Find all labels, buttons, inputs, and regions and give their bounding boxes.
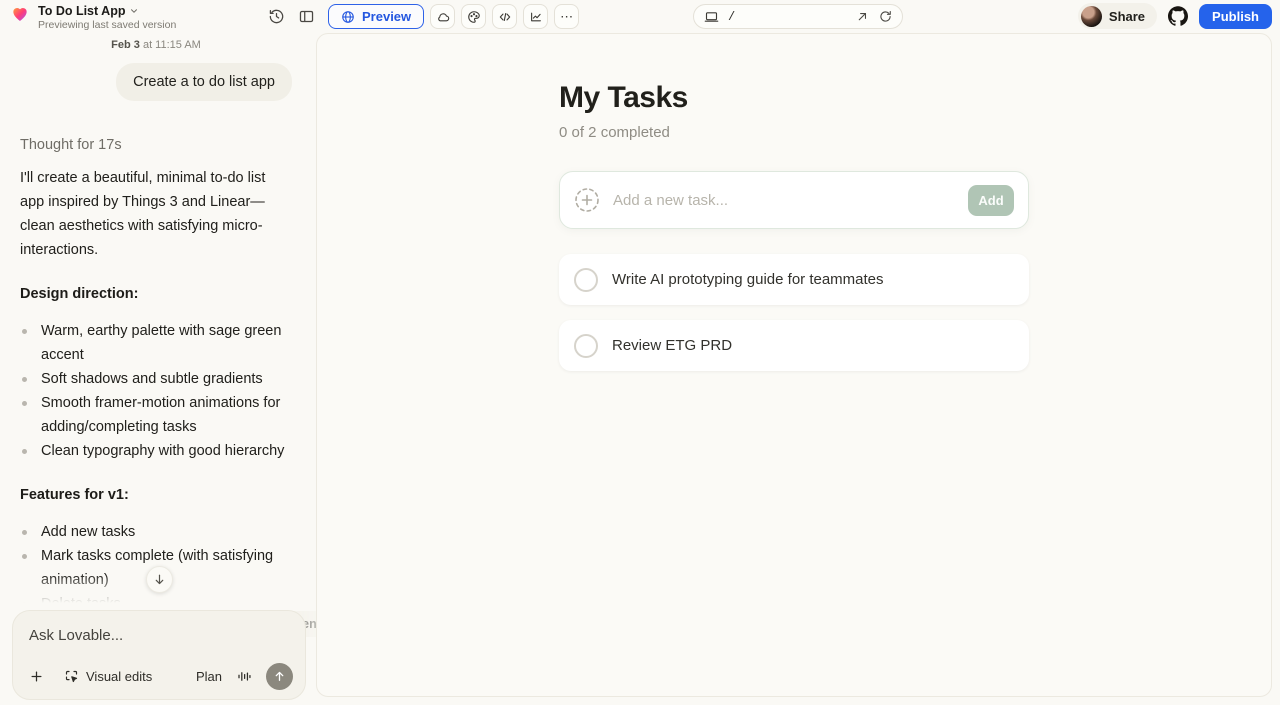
- design-direction-list: Warm, earthy palette with sage green acc…: [20, 319, 292, 463]
- ellipsis-icon: ⋯: [560, 8, 574, 24]
- plus-circle-dashed-icon: [574, 187, 600, 213]
- add-task-card: Add: [559, 171, 1029, 229]
- more-options-button[interactable]: ⋯: [554, 4, 580, 29]
- task-label: Write AI prototyping guide for teammates: [612, 271, 884, 288]
- theme-button[interactable]: [461, 4, 487, 29]
- timestamp-time: at 11:15 AM: [142, 39, 201, 51]
- project-name-row[interactable]: To Do List App: [38, 4, 176, 18]
- design-direction-heading: Design direction:: [20, 286, 139, 302]
- task-label: Review ETG PRD: [612, 337, 733, 354]
- project-text: To Do List App Previewing last saved ver…: [38, 4, 176, 31]
- features-heading: Features for v1:: [20, 487, 129, 503]
- line-chart-icon: [529, 10, 543, 24]
- preview-status-text: Previewing last saved version: [38, 19, 177, 31]
- main-area: Feb 3 at 11:15 AM Create a to do list ap…: [0, 33, 1280, 705]
- task-checkbox[interactable]: [574, 267, 598, 292]
- completed-count-text: 0 of 2 completed: [559, 124, 670, 141]
- cloud-icon: [436, 10, 450, 24]
- palette-icon: [467, 10, 481, 24]
- plan-button[interactable]: Plan: [196, 669, 222, 684]
- top-actions: Share Publish: [1077, 3, 1272, 29]
- url-actions: [856, 10, 892, 23]
- list-item: Smooth framer-motion animations for addi…: [20, 391, 292, 439]
- task-row[interactable]: Review ETG PRD: [559, 320, 1029, 371]
- publish-button[interactable]: Publish: [1199, 3, 1272, 29]
- chat-input[interactable]: [29, 627, 289, 644]
- code-icon: [498, 10, 512, 24]
- arrow-down-icon: [153, 573, 166, 586]
- scroll-to-bottom-button[interactable]: [146, 566, 173, 593]
- chat-sidebar: Feb 3 at 11:15 AM Create a to do list ap…: [0, 33, 316, 705]
- history-icon: [268, 8, 285, 25]
- attach-button[interactable]: [29, 669, 44, 684]
- app-preview-panel: My Tasks 0 of 2 completed Add Write AI p…: [316, 33, 1272, 697]
- top-bar: To Do List App Previewing last saved ver…: [0, 0, 1280, 33]
- github-button[interactable]: [1165, 3, 1191, 29]
- chat-composer[interactable]: Visual edits Plan: [12, 610, 306, 700]
- mode-toolbar: Preview ⋯: [328, 4, 580, 29]
- toggle-sidebar-button[interactable]: [298, 8, 315, 25]
- chat-timestamp: Feb 3 at 11:15 AM: [20, 39, 292, 51]
- add-task-button[interactable]: Add: [968, 184, 1014, 216]
- user-message-bubble[interactable]: Create a to do list app: [116, 63, 292, 101]
- visual-edits-icon: [64, 669, 79, 684]
- project-title: To Do List App: [38, 4, 126, 18]
- arrow-up-icon: [273, 670, 286, 683]
- url-path-text[interactable]: /: [728, 10, 847, 24]
- new-task-input[interactable]: [613, 191, 955, 209]
- preview-url-bar[interactable]: /: [693, 4, 903, 29]
- cloud-button[interactable]: [430, 4, 456, 29]
- share-button-label: Share: [1108, 8, 1146, 24]
- composer-toolbar: Visual edits Plan: [29, 663, 293, 690]
- github-icon: [1168, 6, 1189, 26]
- list-item: Soft shadows and subtle gradients: [20, 367, 292, 391]
- panel-layout-icon: [298, 8, 315, 25]
- visual-edits-button[interactable]: Visual edits: [64, 669, 152, 684]
- history-button[interactable]: [268, 8, 285, 25]
- visual-edits-label: Visual edits: [86, 669, 153, 684]
- plus-icon: [29, 669, 44, 684]
- list-item: Warm, earthy palette with sage green acc…: [20, 319, 292, 367]
- features-list: Add new tasks Mark tasks complete (with …: [20, 520, 292, 606]
- voice-input-button[interactable]: [236, 669, 252, 684]
- globe-icon: [341, 10, 355, 24]
- list-item: Clean typography with good hierarchy: [20, 439, 292, 463]
- preview-button-label: Preview: [362, 9, 412, 24]
- project-info: To Do List App Previewing last saved ver…: [10, 4, 176, 31]
- chat-history[interactable]: Feb 3 at 11:15 AM Create a to do list ap…: [0, 33, 316, 606]
- task-checkbox[interactable]: [574, 333, 598, 358]
- todo-app: My Tasks 0 of 2 completed Add Write AI p…: [559, 81, 1029, 371]
- task-row[interactable]: Write AI prototyping guide for teammates: [559, 254, 1029, 305]
- lovable-logo-icon[interactable]: [10, 4, 30, 23]
- refresh-button[interactable]: [879, 10, 892, 23]
- user-message-row: Create a to do list app: [20, 63, 292, 101]
- timestamp-date: Feb 3: [111, 39, 140, 51]
- list-item: Add new tasks: [20, 520, 292, 544]
- device-icon[interactable]: [704, 9, 719, 24]
- thought-duration-label[interactable]: Thought for 17s: [20, 137, 292, 153]
- history-group: [268, 8, 315, 25]
- waveform-icon: [236, 669, 252, 684]
- code-button[interactable]: [492, 4, 518, 29]
- refresh-icon: [879, 10, 892, 23]
- open-external-button[interactable]: [856, 10, 869, 23]
- ai-intro-paragraph: I'll create a beautiful, minimal to-do l…: [20, 170, 266, 258]
- chevron-down-icon: [129, 6, 139, 16]
- send-message-button[interactable]: [266, 663, 293, 690]
- list-item: Delete tasks: [20, 592, 292, 606]
- preview-mode-button[interactable]: Preview: [328, 4, 425, 29]
- app-title: My Tasks: [559, 81, 688, 114]
- arrow-up-right-icon: [856, 10, 869, 23]
- analytics-button[interactable]: [523, 4, 549, 29]
- share-button[interactable]: Share: [1077, 3, 1158, 29]
- user-avatar: [1080, 5, 1102, 27]
